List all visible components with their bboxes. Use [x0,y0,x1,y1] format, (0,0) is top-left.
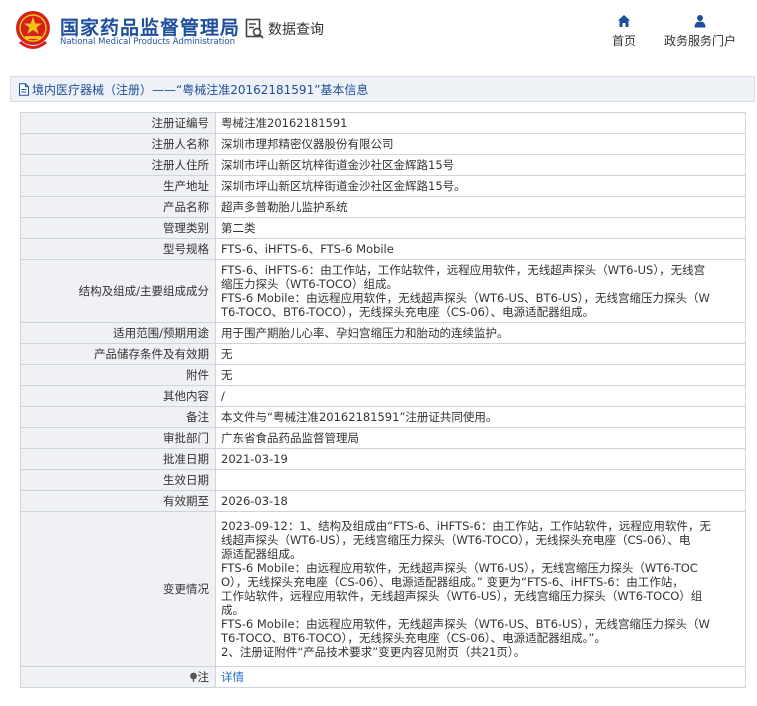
table-row: 有效期至 2026-03-18 [20,490,746,512]
field-label: 产品储存条件及有效期 [20,343,216,365]
table-row: 注册人名称 深圳市理邦精密仪器股份有限公司 [20,133,746,155]
value-line: 源适配器组成。 [221,547,302,561]
table-row: 审批部门 广东省食品药品监督管理局 [20,427,746,449]
field-label: 适用范围/预期用途 [20,322,216,344]
nav-service-portal-label: 政务服务门户 [663,34,736,48]
field-label: 批准日期 [20,448,216,470]
field-label: 注册人名称 [20,133,216,155]
field-value: 深圳市坪山新区坑梓街道金沙社区金辉路15号 [215,154,746,176]
search-document-icon [245,18,264,39]
value-line: FTS-6 Mobile：由远程应用软件，无线超声探头（WT6-US），无线宫缩… [221,561,698,575]
field-label: 附件 [20,364,216,386]
table-row: 注 详情 [20,666,746,688]
field-value: FTS-6、iHFTS-6：由工作站，工作站软件，远程应用软件，无线超声探头（W… [215,259,746,323]
pin-icon [189,672,197,682]
field-value: 无 [215,343,746,365]
data-query-link[interactable]: 数据查询 [245,17,324,41]
site-header: 国家药品监督管理局 National Medical Products Admi… [0,0,757,63]
nav-service-portal[interactable]: 政务服务门户 [660,14,740,49]
value-line: 2、注册证附件“产品技术要求”变更内容见附页（共21页）。 [221,645,526,659]
field-value: 粤械注准20162181591 [215,112,746,134]
field-value: 详情 [215,666,746,688]
field-value: FTS-6、iHFTS-6、FTS-6 Mobile [215,238,746,260]
field-value: 用于围产期胎儿心率、孕妇宫缩压力和胎动的连续监护。 [215,322,746,344]
site-logo-subtitle: National Medical Products Administration [60,37,235,47]
field-label: 审批部门 [20,427,216,449]
field-label: 变更情况 [20,511,216,667]
value-line: 成。 [221,603,244,617]
table-row: 型号规格 FTS-6、iHFTS-6、FTS-6 Mobile [20,238,746,260]
table-row: 生效日期 [20,469,746,491]
field-value: 第二类 [215,217,746,239]
field-value: 2026-03-18 [215,490,746,512]
field-value: 超声多普勒胎儿监护系统 [215,196,746,218]
field-label: 生产地址 [20,175,216,197]
field-value: 无 [215,364,746,386]
table-row: 附件 无 [20,364,746,386]
table-row: 适用范围/预期用途 用于围产期胎儿心率、孕妇宫缩压力和胎动的连续监护。 [20,322,746,344]
breadcrumb-text: 境内医疗器械（注册）——“粤械注准20162181591”基本信息 [32,82,369,97]
value-line: 缩压力探头（WT6-TOCO）组成。 [221,277,398,291]
nav-home-label: 首页 [611,34,636,48]
field-label: 生效日期 [20,469,216,491]
field-value [215,469,746,491]
field-label: 产品名称 [20,196,216,218]
home-icon [618,15,630,27]
field-value: 2023-09-12：1、结构及组成由“FTS-6、iHFTS-6：由工作站，工… [215,511,746,667]
registration-info-table: 注册证编号 粤械注准20162181591 注册人名称 深圳市理邦精密仪器股份有… [20,112,746,688]
field-label: 其他内容 [20,385,216,407]
table-row: 变更情况 2023-09-12：1、结构及组成由“FTS-6、iHFTS-6：由… [20,511,746,667]
value-line: 线超声探头（WT6-US），无线宫缩压力探头（WT6-TOCO），无线探头充电座… [221,533,691,547]
table-row: 注册证编号 粤械注准20162181591 [20,112,746,134]
national-emblem-icon [16,11,50,49]
site-logo-title: 国家药品监督管理局 [60,17,241,39]
field-label: 注册人住所 [20,154,216,176]
field-label: 有效期至 [20,490,216,512]
breadcrumb: 境内医疗器械（注册）——“粤械注准20162181591”基本信息 [10,76,755,102]
value-line: FTS-6 Mobile：由远程应用软件，无线超声探头（WT6-US、BT6-U… [221,291,710,305]
table-row: 产品储存条件及有效期 无 [20,343,746,365]
field-value: 本文件与“粤械注准20162181591”注册证共同使用。 [215,406,746,428]
table-row: 其他内容 / [20,385,746,407]
value-line: T6-TOCO、BT6-TOCO），无线探头充电座（CS-06）、电源适配器组成… [221,631,606,645]
field-label: 结构及组成/主要组成成分 [20,259,216,323]
value-line: 2023-09-12：1、结构及组成由“FTS-6、iHFTS-6：由工作站，工… [221,519,711,533]
table-row: 结构及组成/主要组成成分 FTS-6、iHFTS-6：由工作站，工作站软件，远程… [20,259,746,323]
field-label: 型号规格 [20,238,216,260]
field-value: 2021-03-19 [215,448,746,470]
value-line: O），无线探头充电座（CS-06）、电源适配器组成。” 变更为“FTS-6、iH… [221,575,684,589]
table-row: 生产地址 深圳市坪山新区坑梓街道金沙社区金辉路15号。 [20,175,746,197]
field-value: 广东省食品药品监督管理局 [215,427,746,449]
value-line: FTS-6、iHFTS-6：由工作站，工作站软件，远程应用软件，无线超声探头（W… [221,263,706,277]
data-query-label: 数据查询 [268,22,324,38]
field-label: 备注 [20,406,216,428]
table-row: 注册人住所 深圳市坪山新区坑梓街道金沙社区金辉路15号 [20,154,746,176]
value-line: T6-TOCO、BT6-TOCO），无线探头充电座（CS-06）、电源适配器组成… [221,305,595,319]
value-line: FTS-6 Mobile：由远程应用软件，无线超声探头（WT6-US、BT6-U… [221,617,710,631]
table-row: 管理类别 第二类 [20,217,746,239]
table-row: 批准日期 2021-03-19 [20,448,746,470]
value-line: 工作站软件，远程应用软件，无线超声探头（WT6-US），无线宫缩压力探头（WT6… [221,589,703,603]
nav-home[interactable]: 首页 [604,14,644,49]
field-value: 深圳市理邦精密仪器股份有限公司 [215,133,746,155]
user-icon [694,15,706,28]
field-label: 管理类别 [20,217,216,239]
table-row: 备注 本文件与“粤械注准20162181591”注册证共同使用。 [20,406,746,428]
field-label: 注册证编号 [20,112,216,134]
document-icon [19,82,29,96]
field-value: 深圳市坪山新区坑梓街道金沙社区金辉路15号。 [215,175,746,197]
note-label: 注 [197,670,210,684]
field-label: 注 [20,666,216,688]
details-link[interactable]: 详情 [221,670,244,684]
field-value: / [215,385,746,407]
table-row: 产品名称 超声多普勒胎儿监护系统 [20,196,746,218]
